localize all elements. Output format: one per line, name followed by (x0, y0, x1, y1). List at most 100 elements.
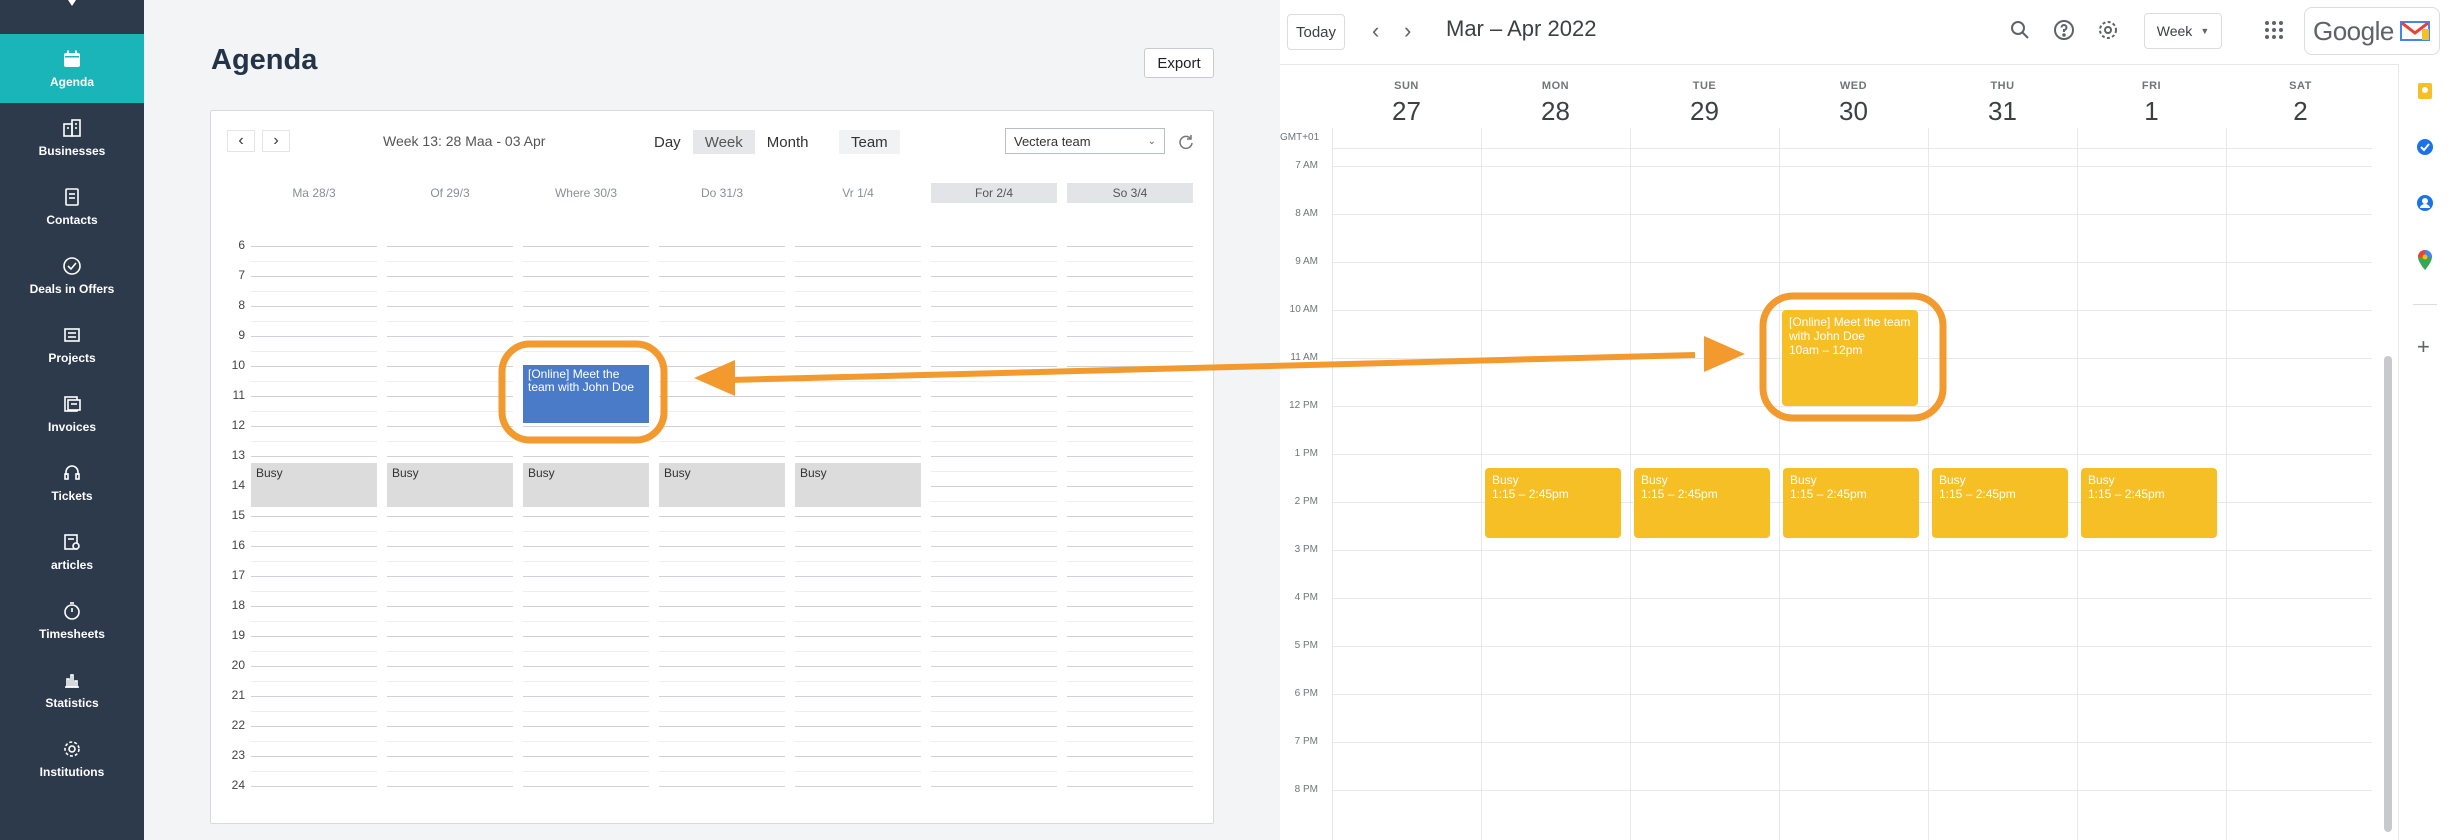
today-button[interactable]: Today (1287, 14, 1345, 50)
busy-event[interactable]: Busy (523, 463, 649, 507)
gear-icon (64, 740, 80, 757)
agenda-card: ‹ › Week 13: 28 Maa - 03 Apr Day Week Mo… (210, 110, 1214, 824)
day-column-divider (2226, 128, 2227, 840)
half-hour-line (251, 321, 1201, 322)
sidebar-item-businesses[interactable]: Businesses (0, 103, 144, 172)
hour-line (251, 666, 1201, 667)
day-header-wed[interactable]: WED 30 (1779, 80, 1928, 127)
search-icon[interactable] (2008, 18, 2032, 42)
busy-event[interactable]: Busy 1:15 – 2:45pm (1932, 468, 2068, 538)
hour-label: 19 (231, 628, 245, 642)
team-button[interactable]: Team (839, 130, 900, 154)
hour-line (1332, 790, 2372, 791)
sidebar-item-label: Institutions (39, 764, 105, 779)
sidebar-item-label: Businesses (38, 143, 106, 158)
hour-line (251, 426, 1201, 427)
sidebar-item-label: Invoices (47, 419, 97, 434)
hour-line (251, 726, 1201, 727)
next-week-button[interactable]: › (262, 130, 290, 152)
busy-event[interactable]: Busy (387, 463, 513, 507)
keep-icon[interactable] (2416, 82, 2434, 100)
bar-chart-icon (65, 673, 79, 688)
view-month-button[interactable]: Month (754, 130, 821, 154)
hour-label: 20 (231, 658, 245, 672)
help-icon[interactable] (2052, 18, 2076, 42)
day-header: Ma 28/3 (292, 186, 336, 200)
apps-grid-icon[interactable] (2262, 18, 2286, 42)
scrollbar[interactable] (2384, 356, 2392, 832)
day-name: WED (1839, 80, 1868, 92)
day-number: 30 (1839, 96, 1868, 126)
day-column-divider (1332, 128, 1333, 840)
businesses-icon (63, 118, 81, 137)
time-label: 7 PM (1294, 736, 1318, 747)
hour-line (251, 786, 1201, 787)
half-hour-line (251, 681, 1201, 682)
hour-line (251, 366, 1201, 367)
sidebar-item-projects[interactable]: Projects (0, 310, 144, 379)
meeting-event[interactable]: [Online] Meet the team with John Doe (523, 365, 649, 423)
busy-event[interactable]: Busy (795, 463, 921, 507)
refresh-icon[interactable] (1177, 133, 1195, 151)
day-column-divider (1630, 128, 1631, 840)
export-button[interactable]: Export (1144, 48, 1214, 78)
hour-label: 14 (231, 478, 245, 492)
view-day-button[interactable]: Day (642, 130, 693, 154)
hour-line (251, 546, 1201, 547)
day-header-tue[interactable]: TUE 29 (1630, 80, 1779, 127)
meeting-event[interactable]: [Online] Meet the team with John Doe 10a… (1782, 310, 1918, 406)
busy-event[interactable]: Busy (251, 463, 377, 507)
hour-label: 24 (231, 778, 245, 792)
busy-event[interactable]: Busy 1:15 – 2:45pm (1634, 468, 1770, 538)
day-header-sat[interactable]: SAT 2 (2226, 80, 2375, 127)
day-name: SUN (1394, 80, 1419, 92)
invoices-icon (64, 395, 81, 412)
day-header-fri[interactable]: FRI 1 (2077, 80, 2226, 127)
half-hour-line (251, 561, 1201, 562)
side-panel: + (2398, 64, 2451, 840)
hour-label: 12 (231, 418, 245, 432)
team-select[interactable]: Vectera team ⌄ (1005, 128, 1165, 154)
caret-down-icon: ▼ (2200, 26, 2210, 36)
event-time: 1:15 – 2:45pm (1641, 487, 1718, 501)
contacts-icon[interactable] (2416, 194, 2434, 212)
busy-event[interactable]: Busy 1:15 – 2:45pm (2081, 468, 2217, 538)
busy-event[interactable]: Busy (659, 463, 785, 507)
half-hour-line (251, 621, 1201, 622)
sidebar-item-articles[interactable]: articles (0, 517, 144, 586)
sidebar-item-timesheets[interactable]: Timesheets (0, 586, 144, 655)
hour-line (1332, 742, 2372, 743)
week-label: Week 13: 28 Maa - 03 Apr (383, 133, 546, 149)
busy-event[interactable]: Busy 1:15 – 2:45pm (1485, 468, 1621, 538)
day-header-thu[interactable]: THU 31 (1928, 80, 2077, 127)
day-header-sun[interactable]: SUN 27 (1332, 80, 1481, 127)
sidebar-item-invoices[interactable]: Invoices (0, 379, 144, 448)
side-panel-divider (2413, 304, 2437, 305)
busy-event[interactable]: Busy 1:15 – 2:45pm (1783, 468, 1919, 538)
chevron-left-icon: ‹ (1372, 18, 1380, 43)
sidebar-item-statistics[interactable]: Statistics (0, 655, 144, 724)
settings-icon[interactable] (2096, 18, 2120, 42)
sidebar-item-agenda[interactable]: Agenda (0, 34, 144, 103)
headset-icon (64, 464, 80, 480)
day-header-mon[interactable]: MON 28 (1481, 80, 1630, 127)
google-account[interactable]: Google (2304, 7, 2440, 55)
sidebar-item-deals-in-offers[interactable]: Deals in Offers (0, 241, 144, 310)
day-column-divider (1928, 128, 1929, 840)
view-switcher: Day Week Month (642, 130, 821, 154)
prev-period-button[interactable]: ‹ (1372, 18, 1379, 44)
maps-icon[interactable] (2417, 250, 2433, 270)
plus-icon[interactable]: + (2417, 336, 2430, 358)
sidebar-item-tickets[interactable]: Tickets (0, 448, 144, 517)
sidebar-item-contacts[interactable]: Contacts (0, 172, 144, 241)
next-period-button[interactable]: › (1404, 18, 1411, 44)
sidebar-item-institutions[interactable]: Institutions (0, 724, 144, 793)
hour-label: 22 (231, 718, 245, 732)
view-select[interactable]: Week ▼ (2144, 13, 2222, 49)
half-hour-line (251, 411, 1201, 412)
hour-line (251, 636, 1201, 637)
view-week-button[interactable]: Week (692, 130, 755, 154)
tasks-icon[interactable] (2416, 138, 2434, 156)
time-label: 6 PM (1294, 688, 1318, 699)
prev-week-button[interactable]: ‹ (227, 130, 255, 152)
